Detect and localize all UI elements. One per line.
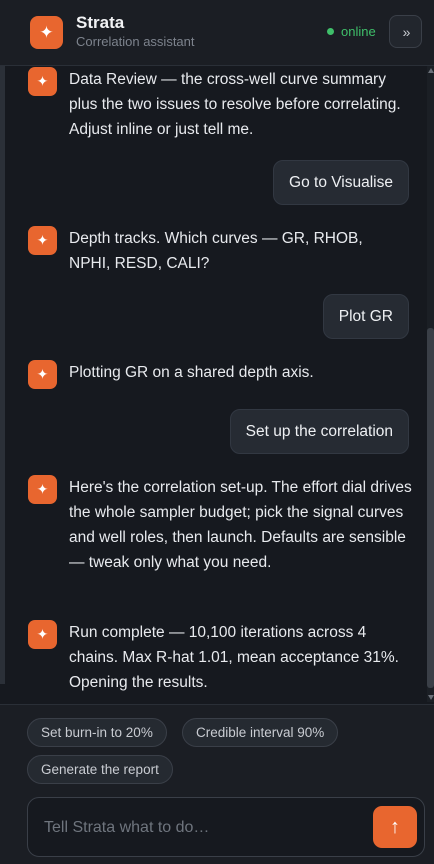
assistant-message-text: Here's the correlation set-up. The effor… xyxy=(69,479,412,571)
user-message: Plot GR xyxy=(322,294,409,339)
assistant-avatar-icon: ✦ xyxy=(28,67,57,96)
arrow-up-icon: ↑ xyxy=(390,815,400,838)
send-button[interactable]: ↑ xyxy=(373,806,417,848)
message-composer: ↑ xyxy=(27,797,425,857)
suggestion-chip[interactable]: Credible interval 90% xyxy=(182,718,339,747)
assistant-message-text: Run complete — 10,100 iterations across … xyxy=(69,624,399,691)
chat-header: ✦ Strata Correlation assistant online » xyxy=(0,0,434,66)
suggestion-chip[interactable]: Generate the report xyxy=(27,755,173,784)
assistant-message-text: Plotting GR on a shared depth axis. xyxy=(69,364,314,381)
app-subtitle: Correlation assistant xyxy=(76,34,195,49)
user-message: Go to Visualise xyxy=(273,160,409,205)
assistant-avatar-icon: ✦ xyxy=(28,475,57,504)
left-panel-edge xyxy=(0,66,5,684)
scrollbar-thumb[interactable] xyxy=(427,328,434,688)
composer-area: Set burn-in to 20% Credible interval 90%… xyxy=(0,704,434,864)
assistant-avatar-icon: ✦ xyxy=(28,360,57,389)
scrollbar[interactable] xyxy=(427,66,434,702)
assistant-avatar-icon: ✦ xyxy=(28,620,57,649)
scroll-down-arrow[interactable] xyxy=(428,695,434,700)
user-message: Set up the correlation xyxy=(229,409,409,454)
assistant-message-text: Data Review — the cross-well curve summa… xyxy=(69,71,401,138)
app-title: Strata xyxy=(76,13,125,32)
suggestion-chip[interactable]: Set burn-in to 20% xyxy=(27,718,167,747)
scroll-up-arrow[interactable] xyxy=(428,68,434,73)
double-chevron-right-icon: » xyxy=(402,23,411,40)
assistant-message-text: Depth tracks. Which curves — GR, RHOB, N… xyxy=(69,230,363,272)
message-input[interactable] xyxy=(44,814,364,842)
status-dot-icon xyxy=(327,28,334,35)
expand-panel-button[interactable]: » xyxy=(389,15,422,48)
assistant-avatar-icon: ✦ xyxy=(28,226,57,255)
status-text: online xyxy=(341,24,376,39)
strata-logo-icon: ✦ xyxy=(30,16,63,49)
